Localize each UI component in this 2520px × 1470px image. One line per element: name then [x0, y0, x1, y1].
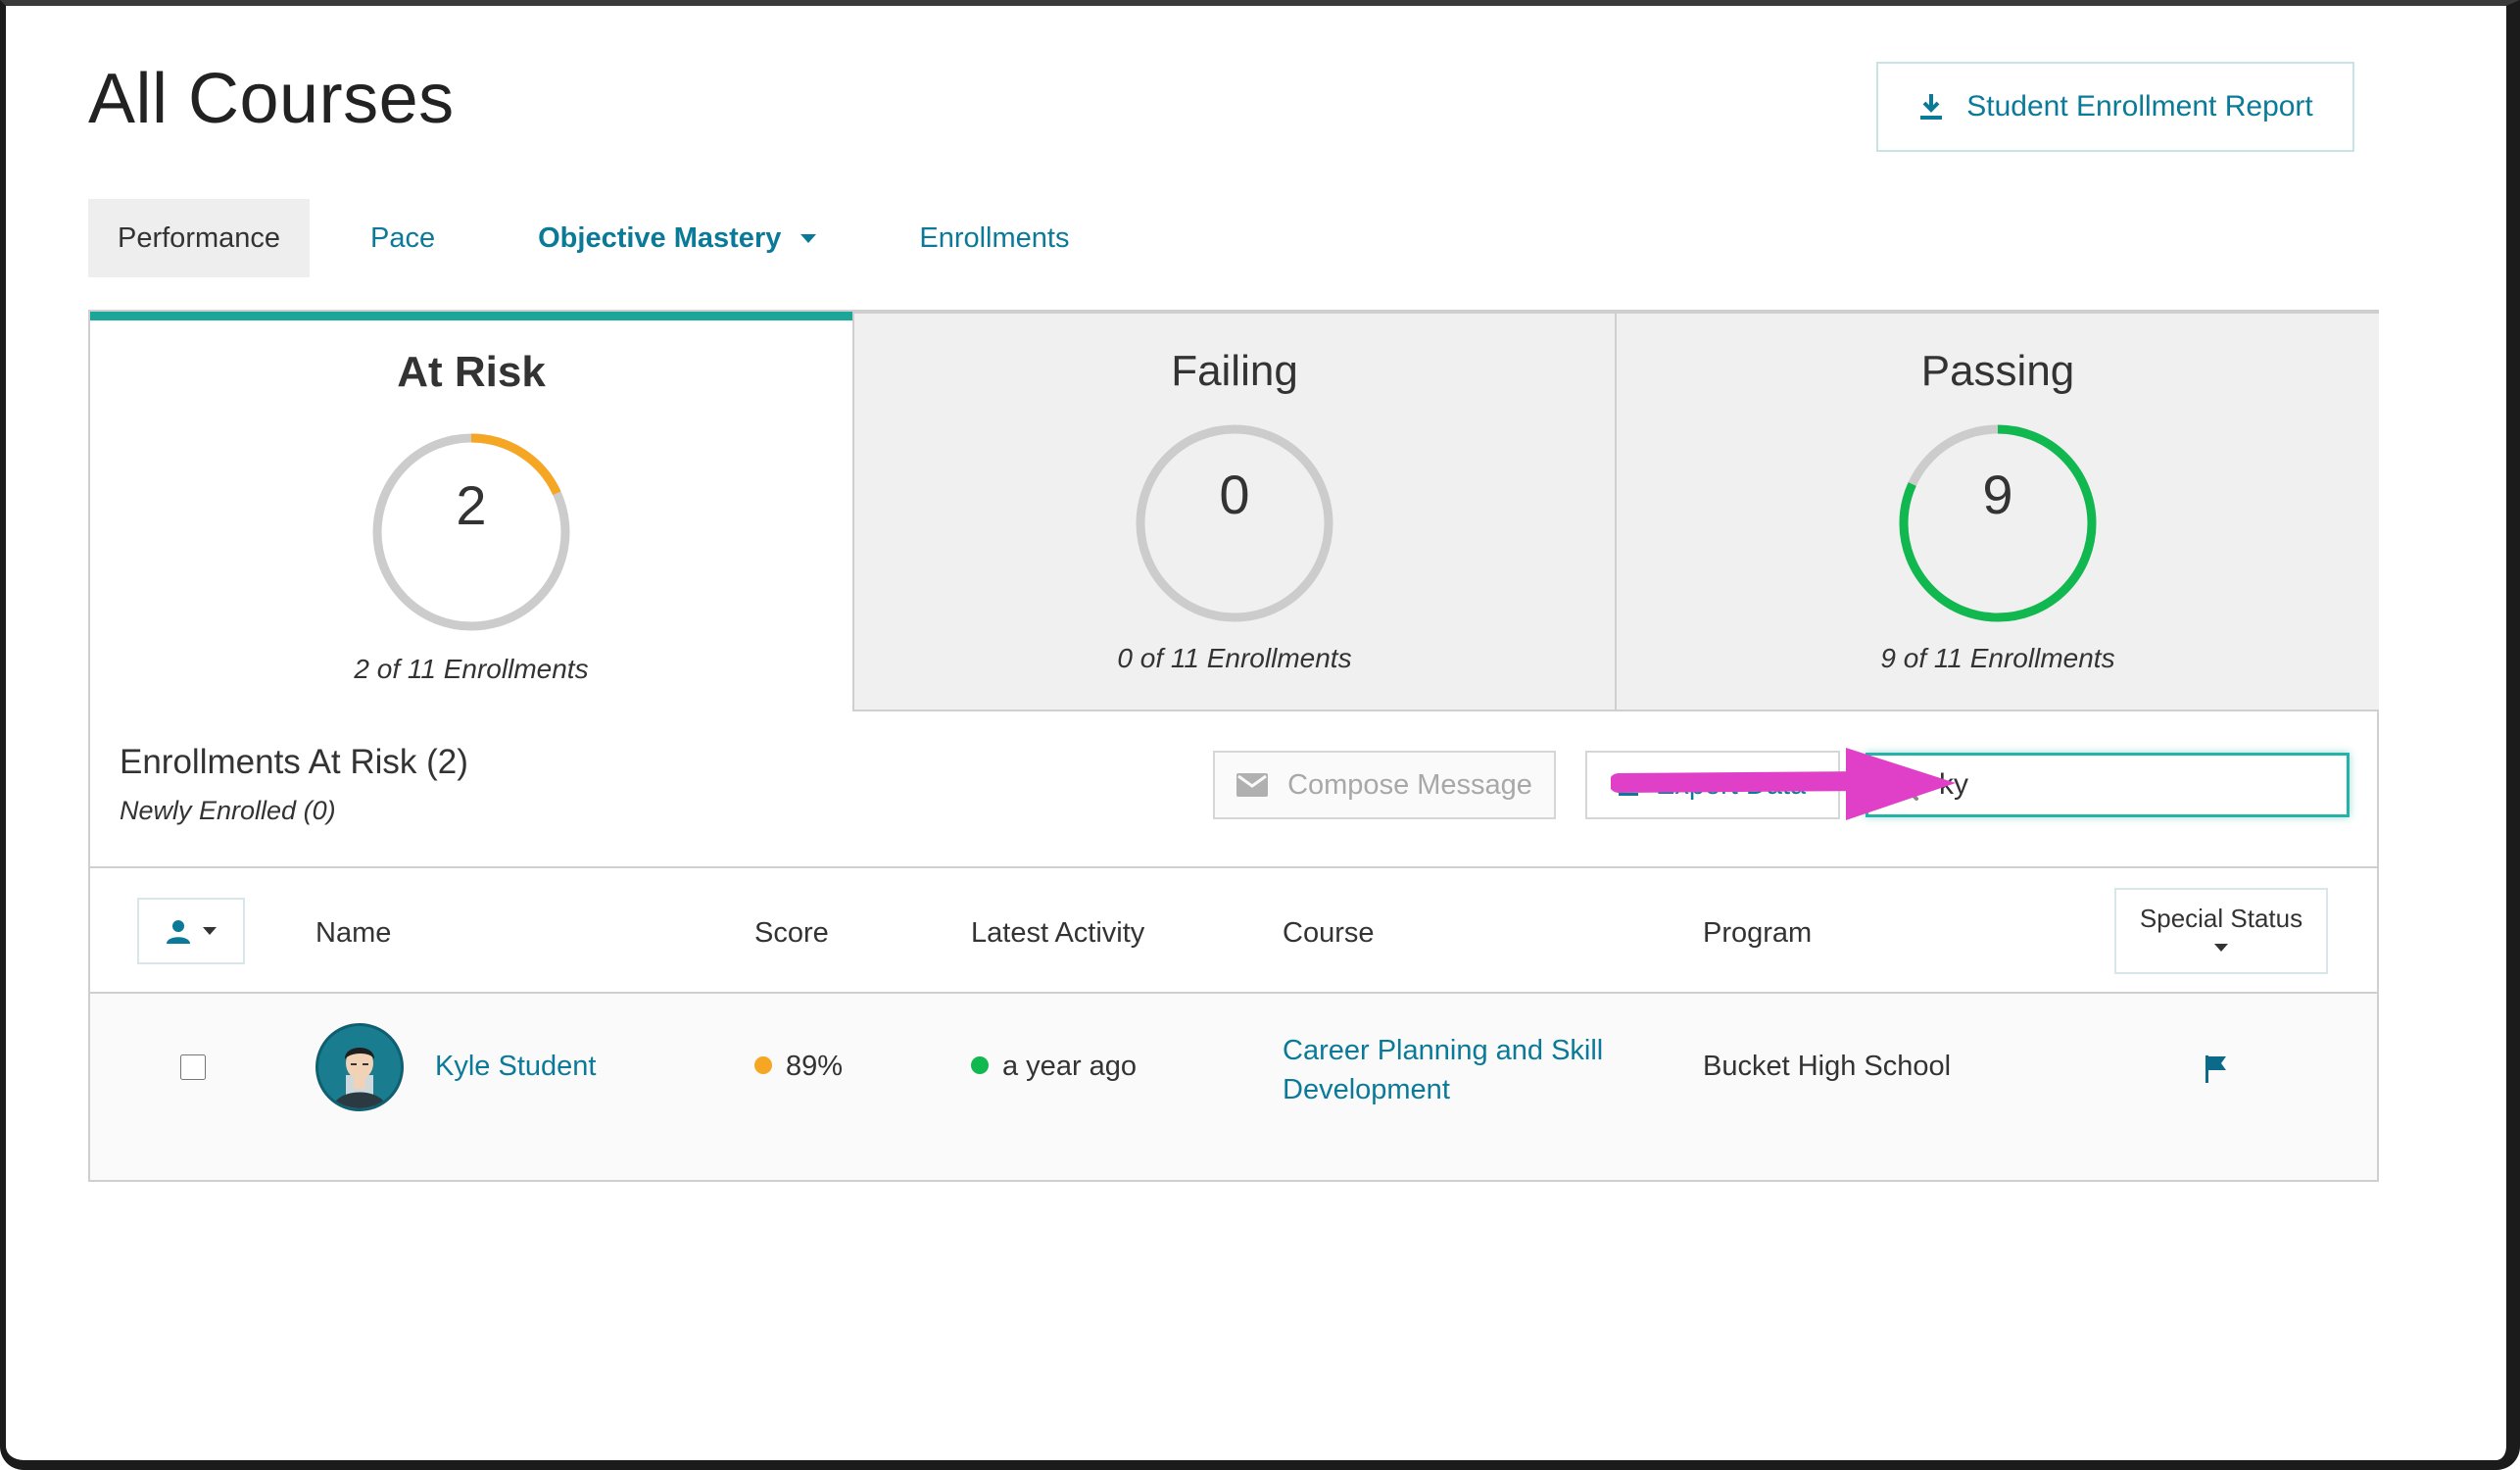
tab-pace[interactable]: Pace — [370, 199, 435, 277]
search-input[interactable] — [1937, 767, 2313, 803]
student-enrollment-report-button[interactable]: Student Enrollment Report — [1876, 62, 2354, 152]
user-filter-dropdown[interactable] — [137, 898, 245, 964]
activity-status-dot — [971, 1056, 989, 1075]
tab-objective-mastery-label: Objective Mastery — [538, 221, 782, 254]
stat-title: Failing — [1171, 347, 1298, 395]
avatar — [315, 1023, 404, 1111]
latest-activity-cell: a year ago — [971, 1051, 1137, 1083]
annotation-arrow — [1611, 748, 1956, 820]
course-link[interactable]: Career Planning and Skill Development — [1283, 1031, 1603, 1109]
stat-card-failing[interactable]: Failing 0 0 of 11 Enrollments — [852, 312, 1615, 711]
column-header-course[interactable]: Course — [1283, 917, 1375, 950]
student-name-link[interactable]: Kyle Student — [435, 1051, 596, 1083]
chevron-down-icon — [2214, 944, 2228, 952]
tab-enrollments[interactable]: Enrollments — [919, 199, 1069, 277]
column-header-name[interactable]: Name — [315, 917, 391, 950]
stat-count: 2 — [456, 474, 487, 536]
table-header: Name Score Latest Activity Course Progra… — [90, 866, 2377, 994]
special-status-label: Special Status — [2139, 904, 2303, 933]
newly-enrolled-label: Newly Enrolled (0) — [120, 796, 336, 825]
course-name-line1: Career Planning and Skill — [1283, 1035, 1604, 1066]
stat-count: 0 — [1219, 464, 1250, 525]
stat-count: 9 — [1982, 464, 2013, 525]
tab-objective-mastery[interactable]: Objective Mastery — [538, 199, 817, 277]
stat-title: At Risk — [397, 348, 546, 396]
performance-panel: At Risk 2 2 of 11 Enrollments Failing 0 … — [88, 310, 2379, 1182]
program-cell: Bucket High School — [1703, 1051, 1952, 1082]
score-status-dot — [754, 1056, 772, 1075]
flag-icon[interactable] — [2205, 1054, 2228, 1084]
row-select-checkbox[interactable] — [180, 1054, 206, 1080]
chevron-down-icon — [203, 927, 217, 935]
download-icon — [1920, 94, 1943, 120]
score-value: 89% — [786, 1051, 844, 1082]
stat-title: Passing — [1920, 347, 2075, 395]
stat-subtitle: 0 of 11 Enrollments — [1117, 643, 1352, 673]
column-header-program[interactable]: Program — [1703, 917, 1812, 950]
stat-subtitle: 2 of 11 Enrollments — [354, 654, 589, 684]
tab-performance[interactable]: Performance — [88, 199, 311, 277]
page-title: All Courses — [88, 60, 455, 138]
table-row: Kyle Student 89% a year ago Career Plann… — [90, 994, 2377, 1180]
stat-card-at-risk[interactable]: At Risk 2 2 of 11 Enrollments — [90, 312, 852, 711]
special-status-filter[interactable]: Special Status — [2114, 888, 2328, 974]
person-icon — [167, 920, 190, 944]
section-title: Enrollments At Risk (2) — [120, 743, 468, 781]
chevron-down-icon — [800, 233, 817, 243]
stat-card-passing[interactable]: Passing 9 9 of 11 Enrollments — [1615, 312, 2379, 711]
column-header-score[interactable]: Score — [754, 917, 829, 950]
column-header-latest-activity[interactable]: Latest Activity — [971, 917, 1144, 950]
course-name-line2: Development — [1283, 1074, 1450, 1105]
stat-subtitle: 9 of 11 Enrollments — [1880, 643, 2115, 673]
view-tabs: Performance Pace Objective Mastery Enrol… — [88, 199, 1069, 277]
report-button-label: Student Enrollment Report — [1966, 90, 2313, 122]
score-cell: 89% — [754, 1051, 843, 1083]
compose-message-label: Compose Message — [1287, 768, 1532, 801]
activity-value: a year ago — [1002, 1051, 1138, 1082]
compose-message-button[interactable]: Compose Message — [1213, 751, 1556, 819]
envelope-icon — [1236, 773, 1269, 797]
